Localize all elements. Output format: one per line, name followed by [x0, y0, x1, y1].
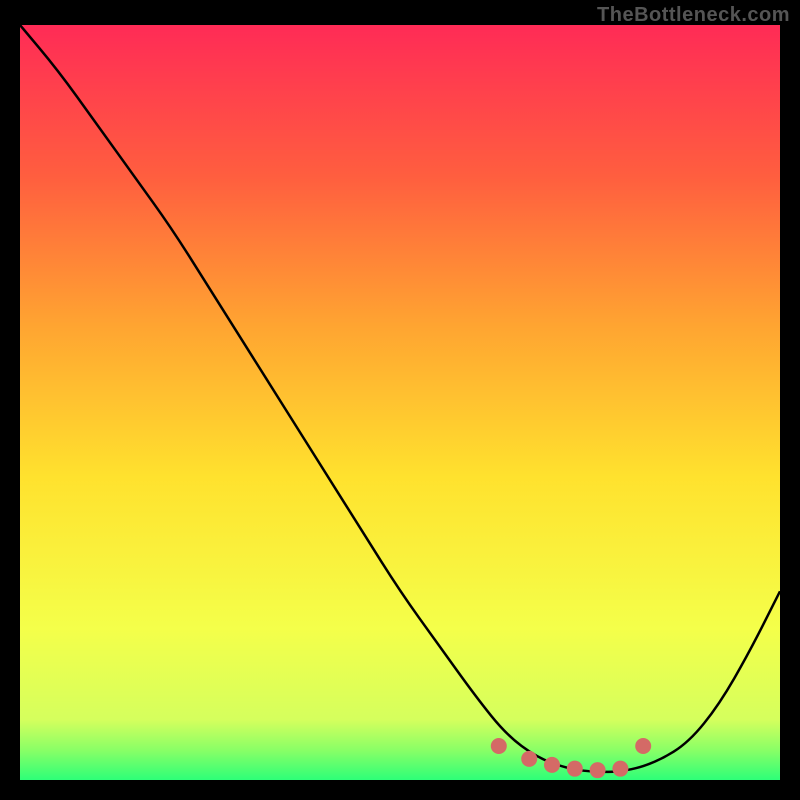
- gradient-background: [20, 25, 780, 780]
- watermark-text: TheBottleneck.com: [597, 4, 790, 27]
- optimal-marker: [491, 738, 507, 754]
- optimal-marker: [635, 738, 651, 754]
- bottleneck-chart: [20, 25, 780, 780]
- optimal-marker: [521, 751, 537, 767]
- optimal-marker: [590, 762, 606, 778]
- chart-canvas: [20, 25, 780, 780]
- optimal-marker: [544, 757, 560, 773]
- optimal-marker: [567, 761, 583, 777]
- optimal-marker: [612, 761, 628, 777]
